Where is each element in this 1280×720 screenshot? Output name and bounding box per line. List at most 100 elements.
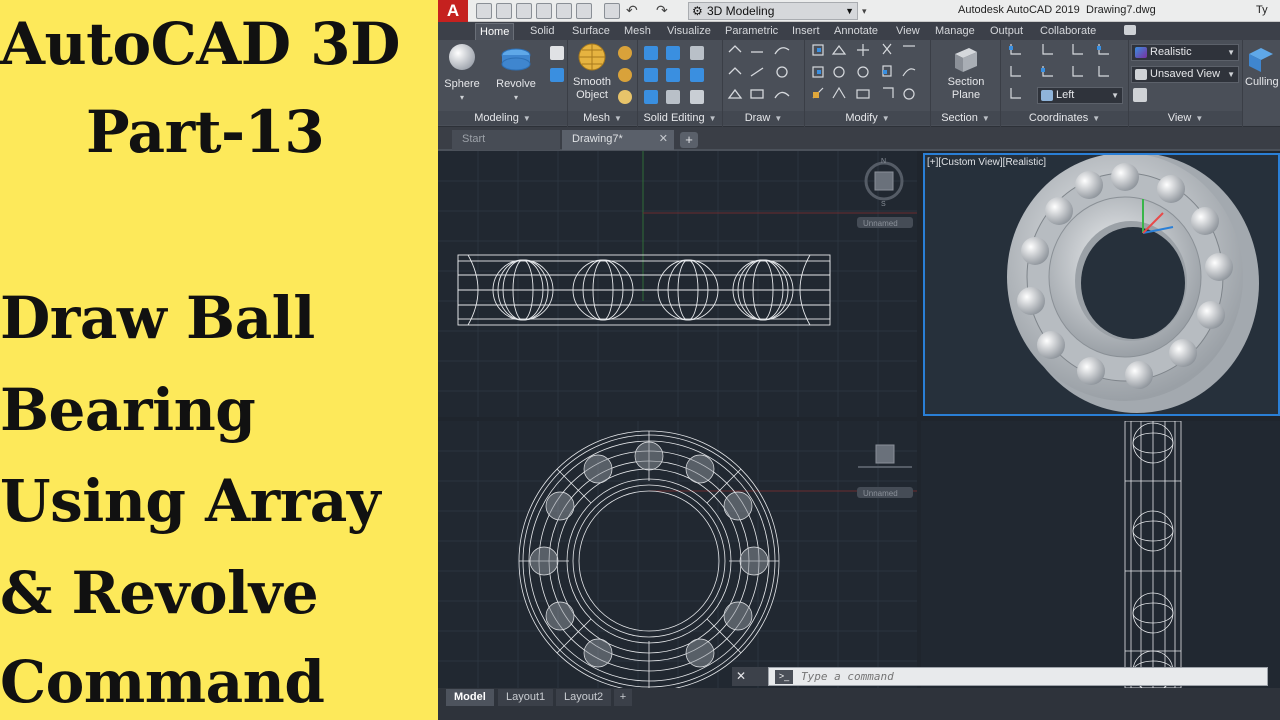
new-icon[interactable] <box>476 3 492 19</box>
thicken-icon[interactable] <box>666 68 680 82</box>
ucs-dropdown[interactable]: Left ▼ <box>1037 87 1123 104</box>
chevron-down-icon: ▼ <box>774 114 783 123</box>
view-panel-label: View <box>1167 112 1192 124</box>
chevron-down-icon: ▼ <box>1195 114 1204 123</box>
visual-style-dropdown[interactable]: Realistic ▼ <box>1131 44 1239 61</box>
add-layout-button[interactable]: + <box>614 689 632 706</box>
tab-annotate[interactable]: Annotate <box>830 23 882 40</box>
presspull-icon[interactable] <box>550 68 564 82</box>
redo-icon[interactable]: ↷ <box>656 2 668 19</box>
command-line[interactable]: >_ <box>768 667 1268 686</box>
tab-home[interactable]: Home <box>475 23 515 40</box>
ribbon-minimize-icon[interactable] <box>1124 25 1136 35</box>
subtract-icon[interactable] <box>666 46 680 60</box>
workspace-dropdown[interactable]: ⚙ 3D Modeling ▼ <box>688 2 858 20</box>
mesh-panel-label: Mesh <box>583 112 610 124</box>
title-overlay-panel: AutoCAD 3D Part-13 Draw Ball Bearing Usi… <box>0 0 438 720</box>
coordinates-panel: Left ▼ Coordinates ▼ <box>1001 40 1129 127</box>
smooth-object-button[interactable]: Smooth Object <box>572 42 612 102</box>
autocad-window: A ↶ ↷ ⚙ 3D Modeling ▼ ▾ Autodesk AutoCAD… <box>438 0 1280 720</box>
tab-solid[interactable]: Solid <box>526 23 558 40</box>
tab-layout1[interactable]: Layout1 <box>498 689 554 706</box>
viewport-top-right-active[interactable]: [+][Custom View][Realistic] <box>923 153 1280 416</box>
sphere-icon <box>449 44 475 70</box>
qat-customize-icon[interactable]: ▾ <box>862 2 876 20</box>
application-menu-button[interactable]: A <box>438 0 468 22</box>
tab-mesh[interactable]: Mesh <box>620 23 655 40</box>
tab-model[interactable]: Model <box>446 689 494 706</box>
mesh-refine-icon[interactable] <box>618 68 632 82</box>
tab-surface[interactable]: Surface <box>568 23 614 40</box>
web-mobile-save-icon[interactable] <box>576 3 592 19</box>
chevron-down-icon: ▼ <box>522 114 531 123</box>
close-icon[interactable]: ✕ <box>736 669 746 683</box>
viewport-bottom-left[interactable]: Unnamed <box>438 421 917 688</box>
view-panel: Realistic ▼ Unsaved View ▼ View ▼ <box>1129 40 1243 127</box>
chevron-down-icon: ▼ <box>1111 91 1119 100</box>
overlay-title-line: AutoCAD 3D <box>0 10 400 78</box>
culling-button[interactable]: Culling <box>1245 42 1280 89</box>
revolve-button[interactable]: Revolve ▾ <box>494 42 538 104</box>
command-prompt-icon[interactable]: >_ <box>775 670 793 684</box>
viewcube-icon <box>858 444 912 468</box>
culling-icon <box>1249 48 1273 72</box>
saved-view-dropdown[interactable]: Unsaved View ▼ <box>1131 66 1239 83</box>
undo-icon[interactable]: ↶ <box>626 2 638 19</box>
saved-view-value: Unsaved View <box>1150 68 1221 80</box>
section-plane-button[interactable]: Section Plane <box>939 42 993 102</box>
command-line-controls[interactable]: ✕ 🔧 <box>732 667 768 702</box>
culling-panel: Culling <box>1243 40 1280 127</box>
chevron-down-icon: ▼ <box>981 114 990 123</box>
viewport-area: N S Unnamed [+][Custom View][Realistic] <box>438 151 1280 688</box>
wcs-label: Unnamed <box>863 219 898 228</box>
chevron-down-icon: ▾ <box>459 93 464 102</box>
section-label-line1: Section <box>947 76 985 88</box>
viewport-top-left[interactable]: N S Unnamed <box>438 151 917 417</box>
gear-icon: ⚙ <box>692 4 703 18</box>
tab-output[interactable]: Output <box>986 23 1027 40</box>
section-panel-label: Section <box>941 112 978 124</box>
chevron-down-icon: ▼ <box>1227 70 1235 79</box>
smooth-label-line1: Smooth <box>573 76 611 88</box>
tab-view[interactable]: View <box>892 23 924 40</box>
thumbnail: AutoCAD 3D Part-13 Draw Ball Bearing Usi… <box>0 0 1280 720</box>
open-icon[interactable] <box>496 3 512 19</box>
tab-insert[interactable]: Insert <box>788 23 824 40</box>
tab-manage[interactable]: Manage <box>931 23 979 40</box>
save-as-icon[interactable] <box>536 3 552 19</box>
extrude-icon[interactable] <box>550 46 564 60</box>
search-hint[interactable]: Ty <box>1256 4 1268 16</box>
chevron-down-icon: ▼ <box>613 114 622 123</box>
slice-icon[interactable] <box>690 46 704 60</box>
tab-layout2[interactable]: Layout2 <box>556 689 612 706</box>
sphere-button[interactable]: Sphere ▾ <box>444 42 480 104</box>
tab-drawing7[interactable]: Drawing7* ✕ <box>562 130 674 150</box>
tab-start[interactable]: Start <box>452 130 560 150</box>
plot-icon[interactable] <box>604 3 620 19</box>
mesh-smooth-icon[interactable] <box>618 90 632 104</box>
tab-collaborate[interactable]: Collaborate <box>1036 23 1100 40</box>
application-title: Autodesk AutoCAD 2019 <box>958 4 1080 16</box>
viewport-bottom-right[interactable] <box>921 421 1280 688</box>
tab-parametric[interactable]: Parametric <box>721 23 782 40</box>
sphere-label: Sphere <box>444 78 480 90</box>
intersect-icon[interactable] <box>644 68 658 82</box>
viewport-config-icon[interactable] <box>1133 88 1147 102</box>
command-input[interactable] <box>801 668 1241 685</box>
smooth-object-icon <box>578 43 606 71</box>
revolve-icon <box>501 48 531 71</box>
union-icon[interactable] <box>644 46 658 60</box>
new-drawing-tab-button[interactable]: + <box>680 132 698 148</box>
shell-icon[interactable] <box>666 90 680 104</box>
separate-icon[interactable] <box>690 90 704 104</box>
draw-panel-label: Draw <box>744 112 771 124</box>
mesh-sphere-icon[interactable] <box>618 46 632 60</box>
close-icon[interactable]: ✕ <box>659 130 668 149</box>
interfere-icon[interactable] <box>644 90 658 104</box>
extract-edges-icon[interactable] <box>690 68 704 82</box>
web-mobile-open-icon[interactable] <box>556 3 572 19</box>
draw-tools-icons <box>727 45 790 99</box>
save-icon[interactable] <box>516 3 532 19</box>
view-manager-icon <box>1135 69 1147 80</box>
tab-visualize[interactable]: Visualize <box>663 23 715 40</box>
